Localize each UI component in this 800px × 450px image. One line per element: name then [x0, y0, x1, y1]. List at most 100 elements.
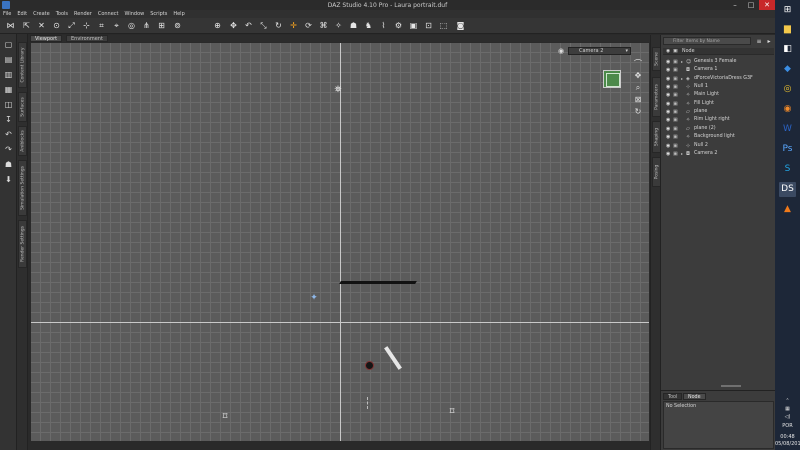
parent-tool-icon[interactable]: ⊞ [156, 20, 167, 31]
menu-create[interactable]: Create [33, 11, 50, 17]
daz-studio-taskbar-icon[interactable]: DS [779, 182, 796, 197]
weight-brush-icon[interactable]: ⋔ [141, 20, 152, 31]
menu-render[interactable]: Render [74, 11, 92, 17]
node-tool-icon[interactable]: ♞ [363, 20, 374, 31]
expand-chevron-icon[interactable]: ▸ [681, 75, 685, 83]
render-icon[interactable]: ▣ [408, 20, 419, 31]
input-language[interactable]: POR [775, 423, 800, 429]
node-weight-icon[interactable]: ⤢ [66, 20, 77, 31]
figure-icon[interactable]: ☗ [348, 20, 359, 31]
tab-node[interactable]: Node [683, 393, 706, 400]
selectable-lock-icon[interactable]: ▣ [673, 58, 679, 66]
scene-tree-row[interactable]: ◉ ▣ ✧ Background light [663, 133, 774, 141]
panel-menu-icon[interactable]: ≡ [755, 38, 763, 45]
start-icon[interactable]: ⊞ [779, 3, 796, 18]
render-settings-icon[interactable]: ⚙ [393, 20, 404, 31]
scene-tool-icon[interactable]: ⋈ [5, 20, 16, 31]
selectable-lock-icon[interactable]: ▣ [673, 150, 679, 158]
clock-time[interactable]: 00:48 [775, 434, 800, 440]
menu-help[interactable]: Help [173, 11, 184, 17]
maximize-button[interactable]: □ [743, 0, 759, 10]
render-library-icon[interactable]: ⬚ [438, 20, 449, 31]
scene-scrollbar[interactable] [721, 385, 741, 387]
chrome-icon[interactable]: ◎ [779, 82, 796, 97]
rotate-icon[interactable]: ↶ [243, 20, 254, 31]
tab-environment[interactable]: Environment [66, 35, 108, 42]
selectable-lock-icon[interactable]: ▣ [673, 83, 679, 91]
scene-tree-row[interactable]: ◉ ▣ ▱ plane [663, 108, 774, 116]
scene-tree-row[interactable]: ◉ ▣ ⊹ Null 1 [663, 83, 774, 91]
surface-selection-icon[interactable]: ◎ [126, 20, 137, 31]
expand-chevron-icon[interactable]: ▸ [681, 150, 685, 158]
tab-tool[interactable]: Tool [663, 393, 683, 400]
skype-icon[interactable]: S [779, 162, 796, 177]
frame-icon[interactable]: ⌒ [633, 59, 643, 69]
camera-dropdown[interactable]: Camera 2 ▾ [568, 47, 631, 55]
tray-arrow-icon[interactable]: ⌃ [775, 398, 800, 404]
scene-tree-row[interactable]: ◉ ▣ ✧ Rim Light right [663, 116, 774, 124]
visibility-eye-icon[interactable]: ◉ [666, 83, 672, 91]
joint-tool-icon[interactable]: ✕ [36, 20, 47, 31]
expand-chevron-icon[interactable]: ▸ [681, 58, 685, 66]
figure-setup-icon[interactable]: ☗ [3, 160, 14, 170]
merge-icon[interactable]: ◫ [3, 100, 14, 110]
point-light-icon[interactable]: ✦ [309, 293, 319, 303]
visibility-eye-icon[interactable]: ◉ [666, 108, 672, 116]
zoom-icon[interactable]: ⌕ [633, 83, 643, 93]
word-icon[interactable]: W [779, 122, 796, 137]
save-icon[interactable]: ▥ [3, 70, 14, 80]
visibility-eye-icon[interactable]: ◉ [666, 91, 672, 99]
camera-1-icon[interactable]: ⌑ [220, 412, 230, 422]
selectable-lock-icon[interactable]: ▣ [673, 108, 679, 116]
scene-tree-row[interactable]: ◉ ▣ ▸ ☺ Genesis 3 Female [663, 58, 774, 66]
3d-viewport[interactable]: ⛯ ✦ ⌑ ⌑ [30, 42, 650, 442]
scene-filter-input[interactable]: Filter Items by Name [663, 37, 751, 45]
blender-icon[interactable]: ◉ [779, 102, 796, 117]
new-file-icon[interactable]: ▢ [3, 40, 14, 50]
visibility-eye-icon[interactable]: ◉ [666, 75, 672, 83]
light-tool-icon[interactable]: ✧ [333, 20, 344, 31]
visibility-eye-icon[interactable]: ◉ [666, 142, 672, 150]
selectable-lock-icon[interactable]: ▣ [673, 142, 679, 150]
camera-tool-icon[interactable]: ⟳ [303, 20, 314, 31]
pose-tool-icon[interactable]: ↻ [273, 20, 284, 31]
selectable-lock-icon[interactable]: ▣ [673, 116, 679, 124]
menu-edit[interactable]: Edit [17, 11, 27, 17]
visibility-eye-icon[interactable]: ◉ [666, 133, 672, 141]
scene-tree-row[interactable]: ◉ ▣ ▸ ◘ Camera 2 [663, 150, 774, 158]
tab-aniblocks[interactable]: Aniblocks [18, 126, 27, 156]
tab-surfaces[interactable]: Surfaces [18, 92, 27, 122]
vlc-icon[interactable]: ▲ [779, 202, 796, 217]
selectable-lock-icon[interactable]: ▣ [673, 75, 679, 83]
scene-tree-row[interactable]: ◉ ▣ ▸ ◈ dForceVictoriaDress G3F [663, 75, 774, 83]
selectable-lock-icon[interactable]: ▣ [673, 133, 679, 141]
region-tool-icon[interactable]: ⊙ [51, 20, 62, 31]
universal-tool-icon[interactable]: ⊕ [212, 20, 223, 31]
visibility-eye-icon[interactable]: ◉ [666, 116, 672, 124]
selectable-lock-icon[interactable]: ▣ [673, 91, 679, 99]
tab-simulation-settings[interactable]: Simulation Settings [18, 160, 27, 216]
network-icon[interactable]: ▦ [775, 406, 800, 412]
menu-scripts[interactable]: Scripts [150, 11, 167, 17]
scene-tree-row[interactable]: ◉ ▣ ▱ plane (2) [663, 125, 774, 133]
undo-icon[interactable]: ↶ [3, 130, 14, 140]
photoshop-icon[interactable]: Ps [779, 142, 796, 157]
tab-viewport[interactable]: Viewport [30, 35, 63, 42]
clock-date[interactable]: 05/08/2018 [775, 441, 800, 447]
volume-icon[interactable]: ◁) [775, 414, 800, 420]
scene-tree-row[interactable]: ◉ ▣ ⊹ Null 2 [663, 142, 774, 150]
menu-file[interactable]: File [3, 11, 11, 17]
minimize-button[interactable]: – [727, 0, 743, 10]
selectable-lock-icon[interactable]: ▣ [673, 100, 679, 108]
scene-tree-row[interactable]: ◉ ▣ ✧ Fill Light [663, 100, 774, 108]
menu-tools[interactable]: Tools [56, 11, 68, 17]
figure-head-object[interactable] [365, 361, 374, 370]
spot-light-icon[interactable]: ⛯ [333, 85, 343, 95]
drop-to-floor-icon[interactable]: ⬇ [3, 175, 14, 185]
transform-icon[interactable]: ⌖ [111, 20, 122, 31]
import-icon[interactable]: ↧ [3, 115, 14, 125]
translate-icon[interactable]: ✥ [228, 20, 239, 31]
dropbox-icon[interactable]: ◆ [779, 62, 796, 77]
spot-render-icon[interactable]: ⊹ [81, 20, 92, 31]
panel-options-icon[interactable]: ▸ [765, 38, 773, 45]
